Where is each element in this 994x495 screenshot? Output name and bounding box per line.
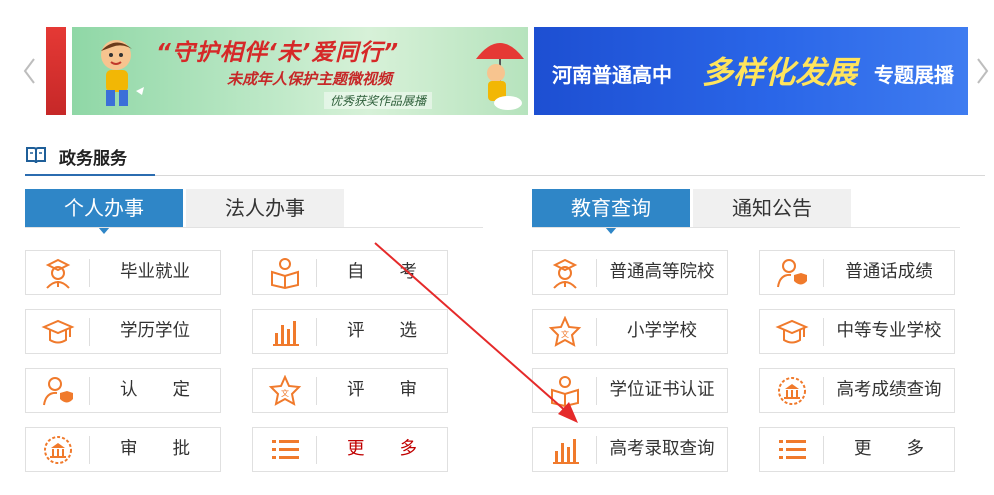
cartoon-girl-umbrella-illustration (476, 43, 524, 110)
query-item-label: 高考成绩查询 (836, 380, 942, 400)
left-tabbar: 个人办事 法人办事 (25, 189, 483, 234)
cartoon-boy-illustration (101, 40, 144, 106)
section-divider-accent (25, 174, 155, 176)
reading-person-icon (267, 257, 303, 290)
banner-b-text-3: 专题展播 (874, 63, 954, 87)
service-item-label: 审 批 (120, 439, 190, 459)
banner-a-quote: “守护相伴‘未’爱同行” (156, 40, 400, 66)
svg-text:文: 文 (281, 388, 289, 398)
mortarboard-icon (774, 316, 810, 348)
right-tabbar: 教育查询 通知公告 (532, 189, 960, 234)
section-header: 政务服务 (25, 140, 985, 176)
section-divider (25, 175, 985, 176)
tab-underline (532, 227, 960, 228)
tab-notices[interactable]: 通知公告 (693, 189, 851, 227)
service-item-selection[interactable]: 评 选 (252, 309, 448, 354)
query-item-universities[interactable]: 普通高等院校 (532, 250, 728, 295)
query-item-gaokao-score[interactable]: 高考成绩查询 (759, 368, 955, 413)
query-item-more-right[interactable]: 更 多 (759, 427, 955, 472)
star-badge-icon: 文 (267, 374, 303, 407)
query-item-label: 学位证书认证 (609, 380, 715, 400)
banner-previous-slide-edge[interactable] (46, 27, 66, 115)
seal-icon (40, 434, 76, 466)
tab-personal-affairs[interactable]: 个人办事 (25, 189, 183, 234)
query-item-label: 中等专业学校 (836, 321, 942, 341)
service-item-label: 自 考 (347, 262, 417, 282)
query-item-label: 普通话成绩 (845, 262, 933, 282)
service-item-self-study-exam[interactable]: 自 考 (252, 250, 448, 295)
query-item-label: 高考录取查询 (609, 439, 715, 459)
service-item-label: 学历学位 (120, 321, 190, 341)
bar-chart-icon (547, 434, 583, 466)
service-item-label: 更 多 (347, 439, 417, 459)
service-item-label: 评 审 (347, 380, 417, 400)
service-item-label: 评 选 (347, 321, 417, 341)
query-item-gaokao-admission[interactable]: 高考录取查询 (532, 427, 728, 472)
banner-a-tag: 优秀获奖作品展播 (324, 92, 433, 109)
reading-person-icon (547, 375, 583, 408)
user-shield-icon (774, 257, 810, 289)
service-item-academic-degree[interactable]: 学历学位 (25, 309, 221, 354)
service-item-approval[interactable]: 审 批 (25, 427, 221, 472)
graduate-icon (40, 257, 76, 289)
banner-high-school-development[interactable]: 河南普通高中 多样化发展 专题展播 (534, 27, 968, 115)
query-item-vocational-schools[interactable]: 中等专业学校 (759, 309, 955, 354)
section-title: 政务服务 (59, 149, 127, 169)
banner-a-subtitle: 未成年人保护主题微视频 (227, 70, 393, 88)
query-item-label: 更 多 (854, 439, 924, 459)
svg-text:文: 文 (561, 329, 569, 339)
service-item-review[interactable]: 文 评 审 (252, 368, 448, 413)
query-item-mandarin-score[interactable]: 普通话成绩 (759, 250, 955, 295)
user-shield-icon (40, 375, 76, 407)
list-icon (267, 434, 303, 466)
chevron-right-icon (977, 58, 989, 84)
service-item-accreditation[interactable]: 认 定 (25, 368, 221, 413)
banner-b-text-2: 多样化发展 (702, 55, 857, 91)
tab-legal-entity-affairs[interactable]: 法人办事 (186, 189, 344, 227)
seal-icon (774, 375, 810, 407)
query-item-degree-certification[interactable]: 学位证书认证 (532, 368, 728, 413)
query-item-primary-schools[interactable]: 文 小学学校 (532, 309, 728, 354)
service-item-label: 毕业就业 (120, 262, 190, 282)
service-item-more-left[interactable]: 更 多 (252, 427, 448, 472)
banner-b-text-1: 河南普通高中 (552, 63, 672, 87)
carousel-prev-button[interactable] (20, 56, 40, 86)
mortarboard-icon (40, 316, 76, 348)
service-item-label: 认 定 (120, 380, 190, 400)
banner-minor-protection[interactable]: “守护相伴‘未’爱同行” 未成年人保护主题微视频 优秀获奖作品展播 (72, 27, 528, 115)
tab-education-query[interactable]: 教育查询 (532, 189, 690, 234)
service-item-graduation-employment[interactable]: 毕业就业 (25, 250, 221, 295)
chevron-left-icon (23, 58, 35, 84)
query-item-label: 普通高等院校 (609, 262, 715, 282)
tab-underline (25, 227, 483, 228)
star-badge-icon: 文 (547, 315, 583, 348)
query-item-label: 小学学校 (627, 321, 697, 341)
list-icon (774, 434, 810, 466)
carousel-next-button[interactable] (972, 56, 992, 86)
bar-chart-icon (267, 316, 303, 348)
graduate-icon (547, 257, 583, 289)
open-book-icon (26, 147, 46, 164)
